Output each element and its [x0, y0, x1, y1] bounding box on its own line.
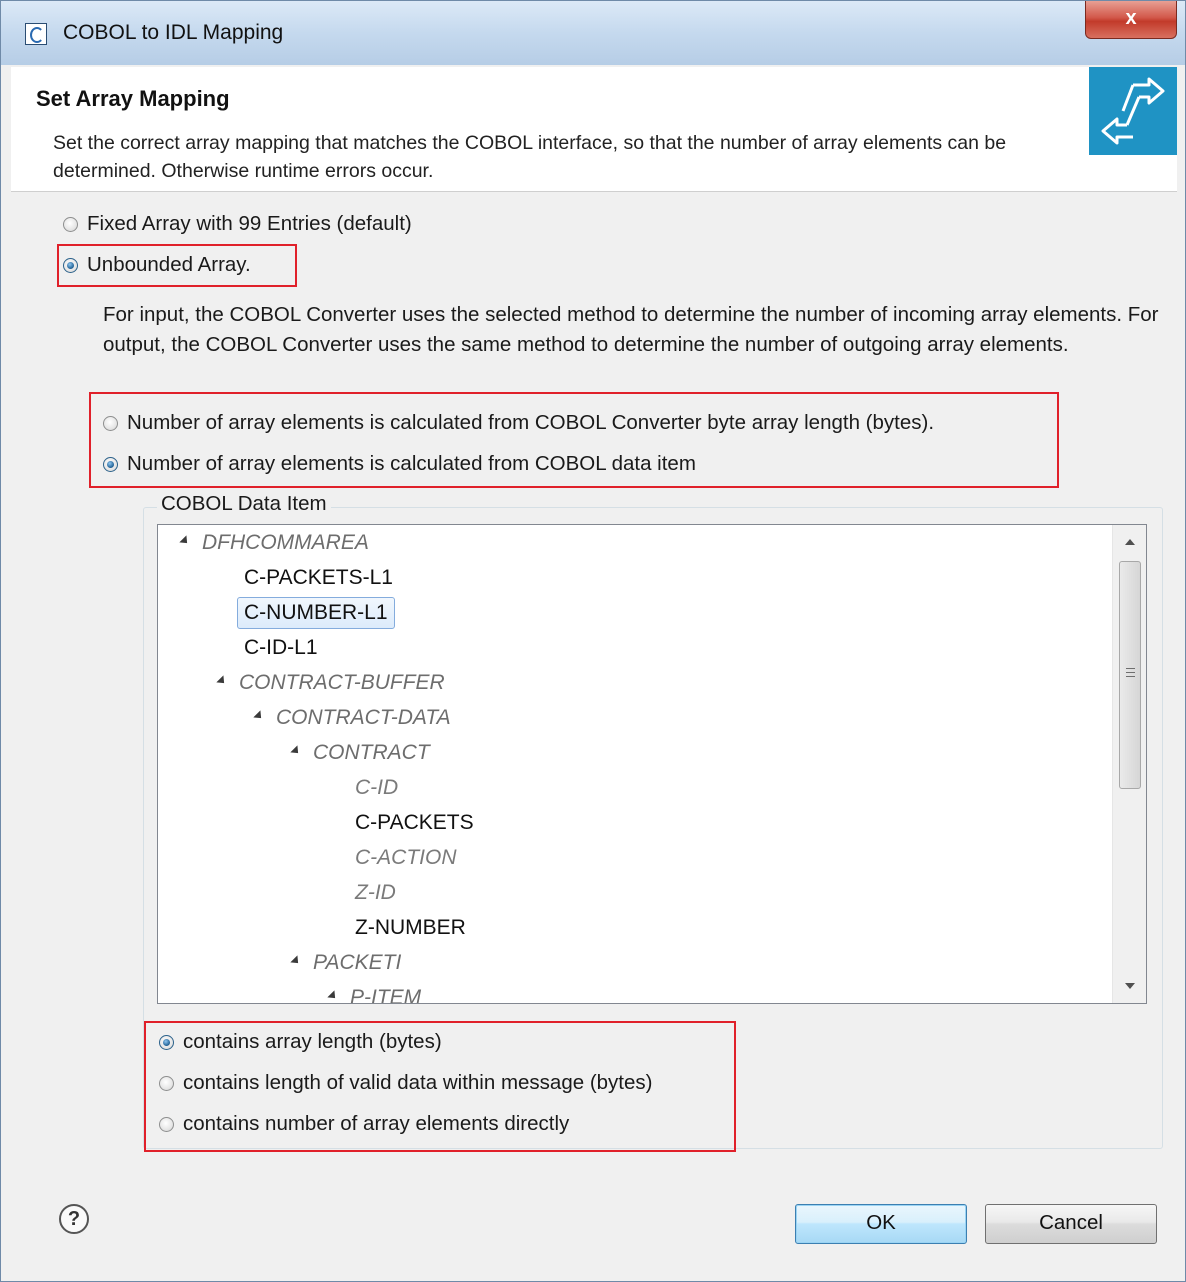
radio-unchecked-icon[interactable] [159, 1075, 174, 1091]
tree-node-contract[interactable]: CONTRACT [290, 738, 430, 768]
radio-unchecked-icon[interactable] [159, 1116, 174, 1132]
byte-length-label: Number of array elements is calculated f… [127, 411, 935, 434]
tree-node-contract-data[interactable]: CONTRACT-DATA [253, 703, 451, 733]
tree-node-c-packets-l1[interactable]: C-PACKETS-L1 [244, 563, 393, 593]
app-icon [25, 23, 47, 45]
page-title: Set Array Mapping [36, 86, 230, 111]
expanded-arrow-icon[interactable] [290, 955, 302, 968]
tree-vertical-scrollbar[interactable] [1112, 525, 1146, 1003]
cancel-button[interactable]: Cancel [985, 1204, 1157, 1244]
contains-array-length-label: contains array length (bytes) [183, 1030, 442, 1053]
expanded-arrow-icon[interactable] [290, 745, 302, 758]
tree-node-c-packets[interactable]: C-PACKETS [355, 808, 474, 838]
contains-number-of-elements-label: contains number of array elements direct… [183, 1112, 570, 1135]
cobol-data-item-tree[interactable]: DFHCOMMAREA C-PACKETS-L1 C-NUMBER-L1 C-I… [157, 524, 1147, 1004]
scroll-down-button[interactable] [1113, 969, 1146, 1003]
tree-node-z-number[interactable]: Z-NUMBER [355, 913, 466, 943]
fixed-array-label: Fixed Array with 99 Entries (default) [87, 212, 412, 235]
unbounded-array-label: Unbounded Array. [87, 253, 251, 276]
help-icon[interactable]: ? [59, 1204, 89, 1234]
converter-info-text: For input, the COBOL Converter uses the … [103, 303, 1159, 356]
grip-line [1126, 668, 1135, 669]
window-title: COBOL to IDL Mapping [63, 21, 284, 44]
page-description: Set the correct array mapping that match… [53, 132, 1007, 182]
contains-valid-data-length-radio[interactable]: contains length of valid data within mes… [159, 1071, 652, 1095]
grip-line [1126, 672, 1135, 673]
contains-number-of-elements-radio[interactable]: contains number of array elements direct… [159, 1112, 569, 1136]
radio-checked-icon[interactable] [159, 1034, 174, 1050]
expanded-arrow-icon[interactable] [216, 675, 228, 688]
contains-array-length-radio[interactable]: contains array length (bytes) [159, 1030, 442, 1054]
scroll-thumb[interactable] [1119, 561, 1141, 789]
radio-unchecked-icon[interactable] [63, 216, 78, 232]
scroll-up-icon [1125, 539, 1135, 545]
grip-line [1126, 676, 1135, 677]
close-button[interactable]: x [1085, 1, 1177, 39]
tree-node-c-number-l1[interactable]: C-NUMBER-L1 [237, 597, 395, 629]
mapping-arrows-icon [1089, 67, 1177, 155]
scroll-up-button[interactable] [1113, 525, 1146, 559]
tree-node-c-id-l1[interactable]: C-ID-L1 [244, 633, 318, 663]
expanded-arrow-icon[interactable] [327, 990, 339, 1003]
tree-node-z-id[interactable]: Z-ID [355, 878, 396, 908]
tree-node-packeti[interactable]: PACKETI [290, 948, 401, 978]
fixed-array-radio[interactable]: Fixed Array with 99 Entries (default) [63, 212, 412, 236]
scroll-down-icon [1125, 983, 1135, 989]
expanded-arrow-icon[interactable] [179, 535, 191, 548]
tree-node-contract-buffer[interactable]: CONTRACT-BUFFER [216, 668, 445, 698]
byte-length-radio[interactable]: Number of array elements is calculated f… [103, 411, 934, 435]
tree-node-dfhcommarea[interactable]: DFHCOMMAREA [179, 528, 369, 558]
ok-button[interactable]: OK [795, 1204, 967, 1244]
data-item-label: Number of array elements is calculated f… [127, 452, 696, 475]
unbounded-array-radio[interactable]: Unbounded Array. [63, 253, 251, 277]
tree-node-p-item[interactable]: P-ITEM [327, 983, 421, 1003]
title-bar[interactable]: COBOL to IDL Mapping x [1, 1, 1185, 65]
tree-node-c-id[interactable]: C-ID [355, 773, 398, 803]
expanded-arrow-icon[interactable] [253, 710, 265, 723]
dialog-content: Fixed Array with 99 Entries (default) Un… [11, 192, 1177, 1252]
contains-valid-data-length-label: contains length of valid data within mes… [183, 1071, 653, 1094]
dialog-header: Set Array Mapping Set the correct array … [11, 67, 1177, 192]
radio-checked-icon[interactable] [103, 456, 118, 472]
data-item-radio[interactable]: Number of array elements is calculated f… [103, 452, 696, 476]
radio-unchecked-icon[interactable] [103, 415, 118, 431]
tree-node-c-action[interactable]: C-ACTION [355, 843, 457, 873]
cobol-data-item-group-label: COBOL Data Item [157, 492, 331, 516]
dialog-window: COBOL to IDL Mapping x Set Array Mapping… [0, 0, 1186, 1282]
radio-checked-icon[interactable] [63, 257, 78, 273]
